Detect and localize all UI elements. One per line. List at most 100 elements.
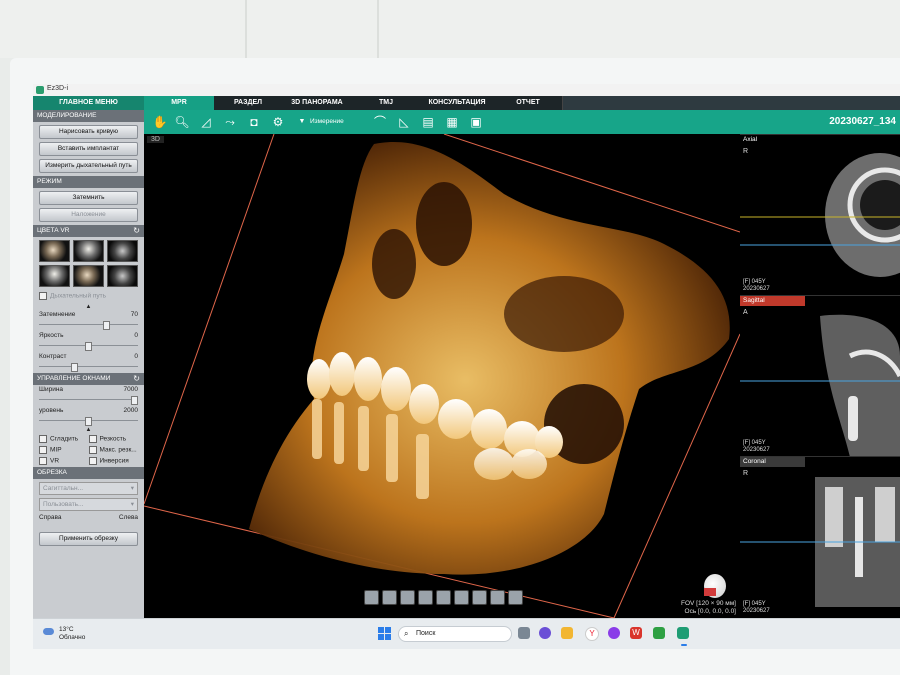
chat-icon[interactable] <box>539 627 551 639</box>
measure-airway-button[interactable]: Измерить дыхательный путь <box>39 159 138 173</box>
view-preset-1[interactable] <box>364 590 379 605</box>
vr-preset-1[interactable] <box>39 240 70 262</box>
excel-icon[interactable] <box>653 627 665 639</box>
measure-dropdown[interactable]: Измерение <box>310 118 344 125</box>
contrast-slider[interactable] <box>39 363 138 372</box>
darken-button[interactable]: Затемнить <box>39 191 138 205</box>
main-menu-button[interactable]: ГЛАВНОЕ МЕНЮ <box>33 96 144 110</box>
tab-tmj[interactable]: TMJ <box>352 96 421 110</box>
yandex-browser-icon[interactable]: Y <box>585 627 599 641</box>
airway-checkbox-row[interactable]: Дыхательный путь <box>39 292 138 302</box>
layout-icon[interactable]: ▦ <box>444 114 460 130</box>
width-slider[interactable] <box>39 396 138 405</box>
invert-checkbox[interactable]: Инверсия <box>88 457 139 465</box>
width-row: Ширина 7000 <box>39 385 138 396</box>
slider-knob[interactable] <box>131 396 138 405</box>
active-app-indicator <box>681 644 687 646</box>
refresh-icon[interactable]: ↻ <box>133 373 140 385</box>
overlay-button[interactable]: Наложение <box>39 208 138 222</box>
pane-axial[interactable]: Axial R [F] 045Y 20230627 <box>740 134 900 296</box>
weather-condition: Облачно <box>59 634 86 641</box>
vr-checkbox[interactable]: VR <box>39 457 89 465</box>
left-panel: ГЛАВНОЕ МЕНЮ МОДЕЛИРОВАНИЕ Нарисовать кр… <box>33 96 144 618</box>
vr-preset-5[interactable] <box>73 265 104 287</box>
cube-icon[interactable]: ▣ <box>468 114 484 130</box>
level-slider[interactable] <box>39 417 138 426</box>
tab-consultation[interactable]: КОНСУЛЬТАЦИЯ <box>420 96 495 110</box>
level-value: 2000 <box>123 407 138 414</box>
vr-preset-6[interactable] <box>107 265 138 287</box>
curve-icon[interactable]: ⤳ <box>222 114 238 130</box>
insert-implant-button[interactable]: Вставить имплантат <box>39 142 138 156</box>
study-date: 20230627 <box>743 286 770 292</box>
pane-axial-orientation: R <box>743 148 749 155</box>
opacity-row: Затемнение 70 <box>39 310 138 321</box>
view-preset-7[interactable] <box>472 590 487 605</box>
pane-sagittal[interactable]: Sagittal A [F] 045Y 20230627 <box>740 295 900 457</box>
draw-curve-button[interactable]: Нарисовать кривую <box>39 125 138 139</box>
view-3d[interactable]: 3D FOV [120 × 90 мм] Ось [0.0, 0.0, 0.0] <box>144 134 740 618</box>
study-date: 20230627 <box>743 608 770 614</box>
main-tabs: MPR РАЗДЕЛ 3D ПАНОРАМА TMJ КОНСУЛЬТАЦИЯ … <box>144 96 900 110</box>
pan-hand-icon[interactable]: ✋ <box>152 114 168 130</box>
crop-mode-select[interactable]: Пользовать... ▾ <box>39 498 138 511</box>
brightness-label: Яркость <box>39 332 64 339</box>
slider-knob[interactable] <box>85 417 92 426</box>
alice-icon[interactable] <box>608 627 620 639</box>
taskbar-search[interactable]: ⌕ Поиск <box>398 626 512 642</box>
collapse-arrow-icon[interactable]: ▲ <box>33 427 144 433</box>
settings-icon[interactable]: ⚙ <box>270 114 286 130</box>
orientation-head-icon[interactable] <box>704 574 726 598</box>
window-control-title: УПРАВЛЕНИЕ ОКНАМИ <box>37 375 111 382</box>
windows-start-icon[interactable] <box>378 627 391 640</box>
chart-icon[interactable]: ▤ <box>420 114 436 130</box>
pane-coronal-header: Coronal <box>740 457 805 467</box>
camera-icon[interactable]: ◘ <box>246 114 262 130</box>
coronal-scan <box>740 477 900 607</box>
sharpen-checkbox[interactable]: Резкость <box>88 435 139 443</box>
view-preset-6[interactable] <box>454 590 469 605</box>
tab-section[interactable]: РАЗДЕЛ <box>214 96 283 110</box>
vr-preset-3[interactable] <box>107 240 138 262</box>
view-preset-3[interactable] <box>400 590 415 605</box>
contrast-value: 0 <box>134 353 138 360</box>
view-preset-9[interactable] <box>508 590 523 605</box>
angle-icon[interactable]: ◿ <box>198 114 214 130</box>
file-explorer-icon[interactable] <box>561 627 573 639</box>
reset-view-icon[interactable]: ⌒ <box>372 114 388 130</box>
brightness-row: Яркость 0 <box>39 331 138 342</box>
mip-checkbox[interactable]: MIP <box>39 446 89 454</box>
pane-axial-header: Axial <box>743 136 758 143</box>
apply-crop-button[interactable]: Применить обрезку <box>39 532 138 546</box>
smooth-checkbox[interactable]: Сгладить <box>39 435 89 443</box>
pane-coronal[interactable]: Coronal R [F] 045Y 20230627 <box>740 456 900 618</box>
tab-report[interactable]: ОТЧЕТ <box>494 96 563 110</box>
refresh-icon[interactable]: ↻ <box>133 225 140 237</box>
view-preset-4[interactable] <box>418 590 433 605</box>
chevron-down-icon[interactable]: ▼ <box>294 114 310 130</box>
view-preset-bar <box>364 590 523 606</box>
view-preset-2[interactable] <box>382 590 397 605</box>
max-sharpen-checkbox[interactable]: Макс. резк... <box>88 446 139 454</box>
wps-office-icon[interactable]: W <box>630 627 642 639</box>
zoom-icon[interactable]: 🔍︎ <box>174 114 190 130</box>
section-modeling: МОДЕЛИРОВАНИЕ <box>33 110 144 122</box>
task-view-icon[interactable] <box>518 627 530 639</box>
vr-preset-4[interactable] <box>39 265 70 287</box>
slider-knob[interactable] <box>71 363 78 372</box>
tab-mpr[interactable]: MPR <box>144 96 215 110</box>
slider-knob[interactable] <box>85 342 92 351</box>
airway-checkbox[interactable] <box>39 292 47 300</box>
crop-plane-select[interactable]: Сагиттальн... ▾ <box>39 482 138 495</box>
tab-3d-panorama[interactable]: 3D ПАНОРАМА <box>282 96 353 110</box>
ez3d-app-icon[interactable] <box>677 627 689 639</box>
brightness-slider[interactable] <box>39 342 138 351</box>
vr-colors-title: ЦВЕТА VR <box>37 227 70 234</box>
ruler-icon[interactable]: ◺ <box>396 114 412 130</box>
slider-knob[interactable] <box>103 321 110 330</box>
vr-preset-2[interactable] <box>73 240 104 262</box>
view-preset-8[interactable] <box>490 590 505 605</box>
view-preset-5[interactable] <box>436 590 451 605</box>
opacity-slider[interactable] <box>39 321 138 330</box>
weather-widget[interactable]: 13°C Облачно <box>43 626 86 642</box>
